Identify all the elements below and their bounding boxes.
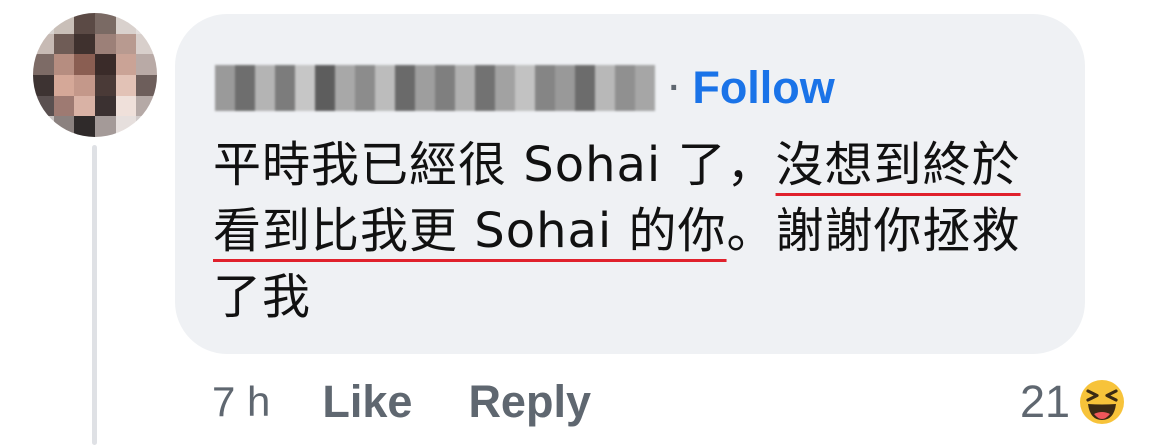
reply-thread-line [92, 145, 97, 445]
haha-emoji-icon [1077, 377, 1128, 427]
comment-timestamp[interactable]: 7 h [212, 378, 270, 426]
reaction-count: 21 [1020, 376, 1071, 427]
separator-dot: · [669, 68, 681, 107]
comment-header: · Follow [215, 58, 835, 118]
comment-body: 平時我已經很 Sohai 了，沒想到終於看到比我更 Sohai 的你。謝謝你拯救… [213, 132, 1063, 330]
reply-button[interactable]: Reply [468, 376, 591, 428]
avatar[interactable] [33, 13, 157, 137]
comment-text-part-1: 平時我已經很 Sohai 了， [213, 137, 776, 193]
author-name-redacted[interactable] [215, 65, 655, 111]
reaction-summary[interactable]: 21 [1020, 372, 1128, 432]
like-button[interactable]: Like [322, 376, 412, 428]
follow-button[interactable]: Follow [692, 62, 834, 114]
comment-actions: 7 h Like Reply [212, 372, 591, 432]
comment-bubble: · Follow 平時我已經很 Sohai 了，沒想到終於看到比我更 Sohai… [175, 14, 1085, 354]
